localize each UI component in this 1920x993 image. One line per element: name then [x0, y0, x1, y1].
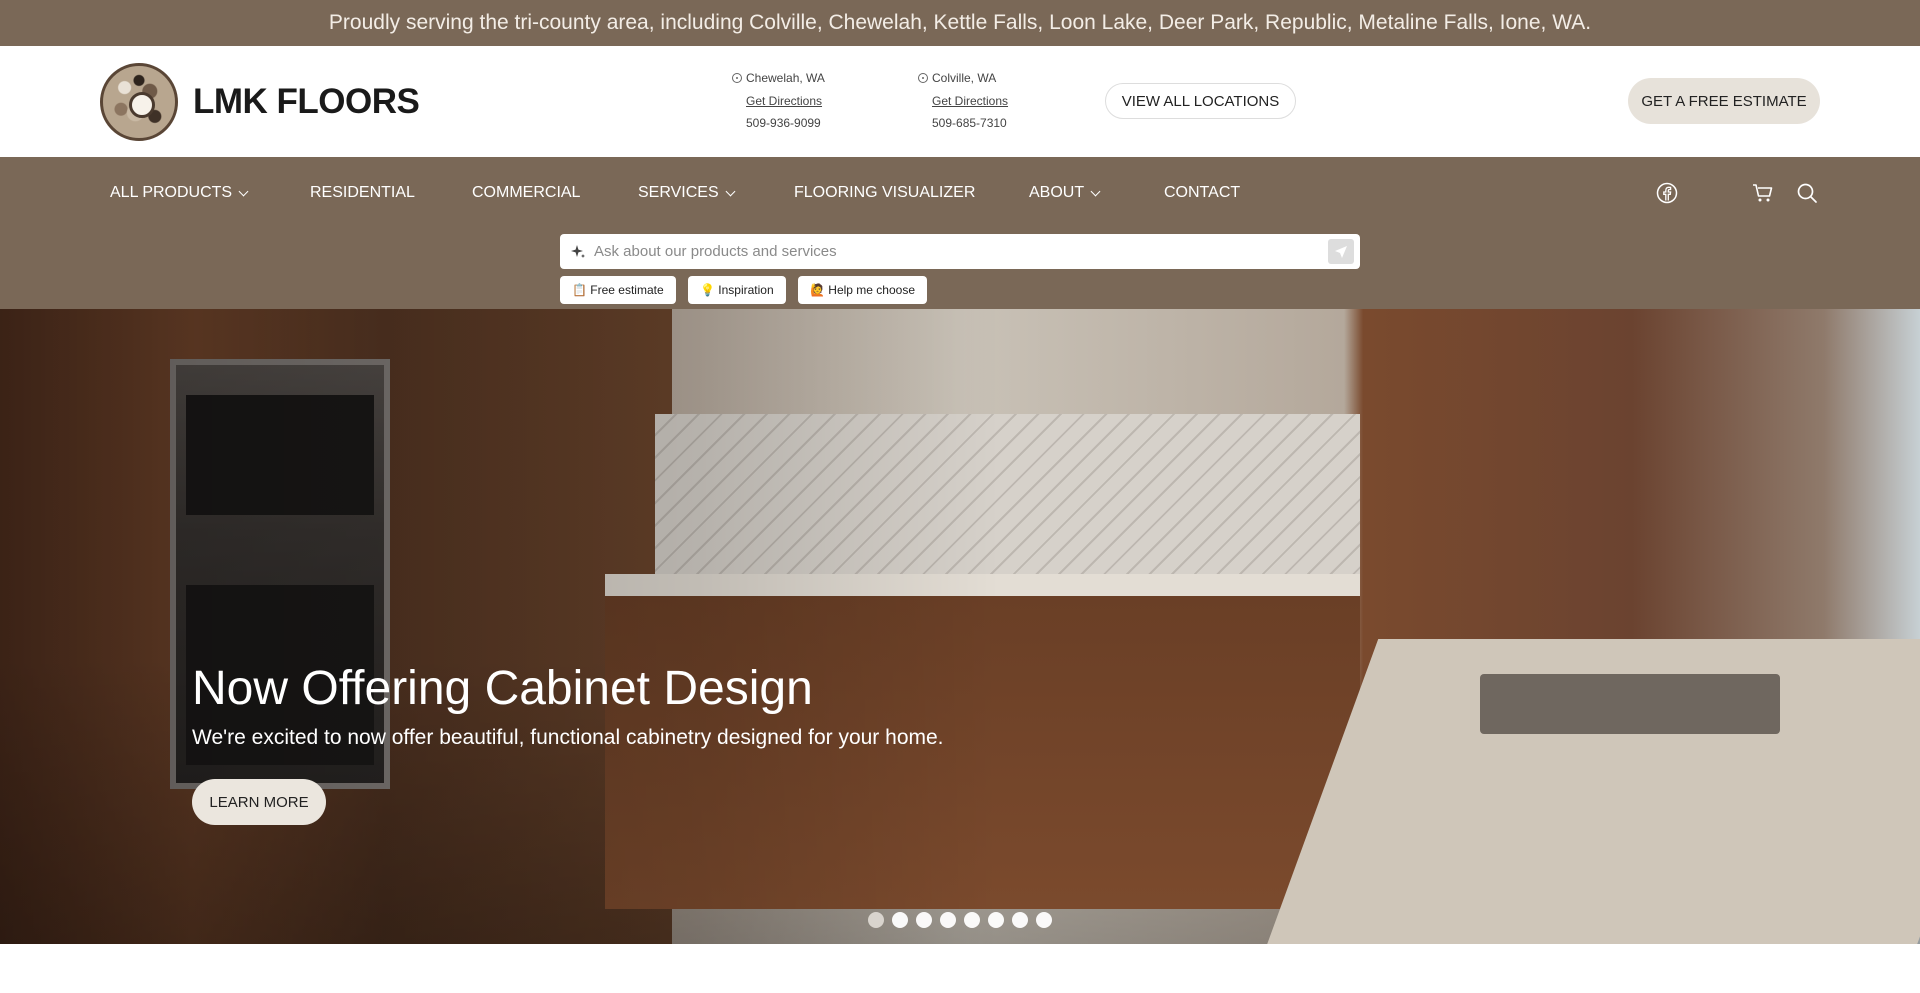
- chevron-down-icon: [725, 186, 736, 196]
- announcement-bar: Proudly serving the tri-county area, inc…: [0, 0, 1920, 46]
- nav-item-residential[interactable]: RESIDENTIAL: [310, 157, 415, 229]
- site-header: LMK FLOORS Chewelah, WA Get Directions 5…: [0, 46, 1920, 157]
- view-all-locations-button[interactable]: VIEW ALL LOCATIONS: [1105, 83, 1296, 119]
- brand-name[interactable]: LMK FLOORS: [193, 82, 420, 122]
- slider-dot[interactable]: [964, 912, 980, 928]
- chip-help-me-choose[interactable]: 🙋 Help me choose: [798, 276, 927, 304]
- send-icon: [1335, 245, 1347, 258]
- free-estimate-button[interactable]: GET A FREE ESTIMATE: [1628, 78, 1820, 124]
- slider-dot[interactable]: [940, 912, 956, 928]
- nav-item-about[interactable]: ABOUT: [1029, 157, 1101, 229]
- logo-icon[interactable]: [100, 63, 178, 141]
- map-pin-icon: [732, 73, 742, 83]
- hero-subtitle: We're excited to now offer beautiful, fu…: [192, 726, 944, 749]
- announcement-text: Proudly serving the tri-county area, inc…: [328, 11, 1592, 34]
- location-chewelah: Chewelah, WA Get Directions 509-936-9099: [732, 70, 825, 130]
- search-icon[interactable]: [1796, 182, 1818, 204]
- nav-item-services[interactable]: SERVICES: [638, 157, 736, 229]
- location-colville: Colville, WA Get Directions 509-685-7310: [918, 70, 1008, 130]
- chip-free-estimate[interactable]: 📋 Free estimate: [560, 276, 676, 304]
- location-city: Colville, WA: [918, 70, 1008, 86]
- nav-item-flooring-visualizer[interactable]: FLOORING VISUALIZER: [794, 157, 975, 229]
- hero-slider: Now Offering Cabinet Design We're excite…: [0, 309, 1920, 944]
- hero-overlay: [0, 309, 1000, 944]
- hero-image-sink: [1480, 674, 1780, 734]
- learn-more-button[interactable]: LEARN MORE: [192, 779, 326, 825]
- slider-dot[interactable]: [1012, 912, 1028, 928]
- assistant-bar: Ask about our products and services 📋 Fr…: [0, 229, 1920, 309]
- map-pin-icon: [918, 73, 928, 83]
- assistant-input[interactable]: Ask about our products and services: [560, 234, 1360, 269]
- slider-dot[interactable]: [916, 912, 932, 928]
- get-directions-link[interactable]: Get Directions: [932, 94, 1008, 108]
- nav-item-commercial[interactable]: COMMERCIAL: [472, 157, 580, 229]
- phone-number[interactable]: 509-936-9099: [746, 116, 825, 130]
- phone-number[interactable]: 509-685-7310: [932, 116, 1008, 130]
- nav-item-all-products[interactable]: ALL PRODUCTS: [110, 157, 249, 229]
- slider-dot[interactable]: [868, 912, 884, 928]
- hero-title: Now Offering Cabinet Design: [192, 662, 813, 715]
- get-directions-link[interactable]: Get Directions: [746, 94, 825, 108]
- nav-item-contact[interactable]: CONTACT: [1164, 157, 1240, 229]
- sparkle-icon: [571, 244, 585, 258]
- cart-icon[interactable]: [1752, 182, 1774, 204]
- facebook-icon[interactable]: [1656, 182, 1678, 204]
- slider-dot[interactable]: [988, 912, 1004, 928]
- location-city: Chewelah, WA: [732, 70, 825, 86]
- slider-dot[interactable]: [892, 912, 908, 928]
- main-nav: ALL PRODUCTS RESIDENTIAL COMMERCIAL SERV…: [0, 157, 1920, 229]
- slider-dots: [868, 912, 1052, 928]
- slider-dot[interactable]: [1036, 912, 1052, 928]
- chevron-down-icon: [238, 186, 249, 196]
- assistant-placeholder: Ask about our products and services: [594, 243, 837, 260]
- chevron-down-icon: [1090, 186, 1101, 196]
- send-button[interactable]: [1328, 239, 1354, 264]
- chip-inspiration[interactable]: 💡 Inspiration: [688, 276, 786, 304]
